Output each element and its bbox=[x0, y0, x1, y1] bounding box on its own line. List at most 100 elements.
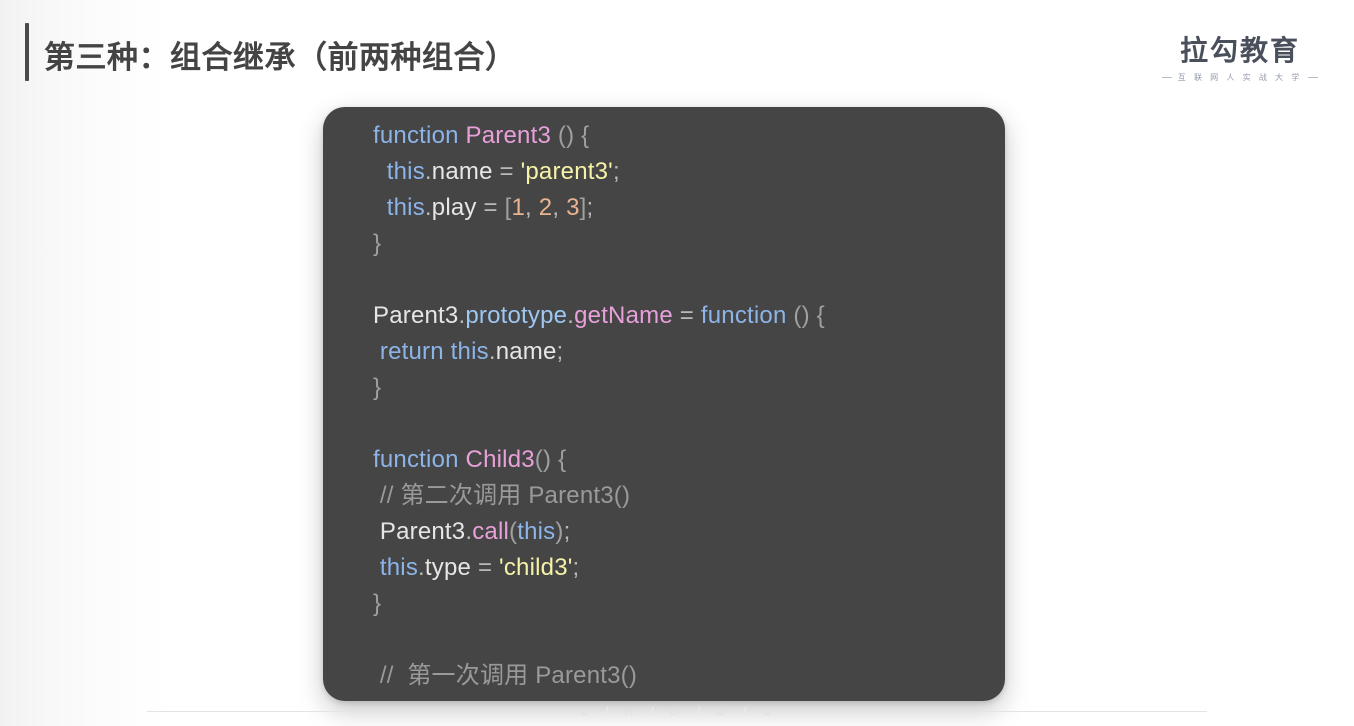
code-token: Parent3 bbox=[373, 302, 459, 329]
code-token: 2 bbox=[538, 194, 553, 221]
code-token: ; bbox=[556, 338, 564, 365]
code-panel: function Parent3 () { this.name = 'paren… bbox=[323, 107, 1005, 701]
code-token: . bbox=[424, 194, 432, 221]
footer-inner: L / A / G / O / U bbox=[147, 704, 1207, 718]
footer-letter: A bbox=[624, 704, 635, 718]
code-line: } bbox=[373, 370, 995, 406]
footer-letter: U bbox=[762, 704, 774, 718]
code-line: return this.name; bbox=[373, 334, 995, 370]
code-line: function Child3() { bbox=[373, 442, 995, 478]
code-token: // 第二次调用 Parent3() bbox=[379, 482, 631, 509]
code-token: // 第一次调用 Parent3() bbox=[379, 662, 638, 689]
code-line: Parent3.call(this); bbox=[373, 514, 995, 550]
code-token: function bbox=[373, 122, 459, 149]
code-token: ( bbox=[509, 518, 518, 545]
code-token: = bbox=[679, 302, 694, 329]
code-line: Parent3.prototype.getName = function () … bbox=[373, 298, 995, 334]
code-token: . bbox=[488, 338, 496, 365]
code-token: getName bbox=[574, 302, 673, 329]
code-line: } bbox=[373, 226, 995, 262]
code-token: 1 bbox=[511, 194, 526, 221]
code-token: return bbox=[379, 338, 444, 365]
brand-dash-right bbox=[1308, 77, 1319, 78]
code-line: } bbox=[373, 586, 995, 622]
code-token: play bbox=[431, 194, 477, 221]
slide-root: 第三种：组合继承（前两种组合） 拉勾教育 互 联 网 人 实 战 大 学 fun… bbox=[0, 0, 1354, 726]
code-line: // 第一次调用 Parent3() bbox=[373, 658, 995, 694]
code-token: ; bbox=[563, 518, 571, 545]
code-token: () bbox=[557, 122, 575, 149]
brand-subtitle-row: 互 联 网 人 实 战 大 学 bbox=[1150, 72, 1330, 83]
code-token: ] bbox=[579, 194, 587, 221]
code-block: function Parent3 () { this.name = 'paren… bbox=[373, 118, 995, 694]
footer-letter: G bbox=[669, 704, 682, 718]
code-line: this.name = 'parent3'; bbox=[373, 154, 995, 190]
code-token: type bbox=[424, 554, 472, 581]
title-accent-bar bbox=[25, 23, 29, 81]
footer-rule-left bbox=[147, 710, 551, 712]
code-token: } bbox=[373, 374, 382, 401]
code-line: function Parent3 () { bbox=[373, 118, 995, 154]
code-token: this bbox=[517, 518, 556, 545]
code-token: () bbox=[534, 446, 552, 473]
footer-letter: O bbox=[716, 704, 728, 718]
code-token: this bbox=[386, 194, 425, 221]
code-token: Parent3 bbox=[379, 518, 466, 545]
slide-header: 第三种：组合继承（前两种组合） 拉勾教育 互 联 网 人 实 战 大 学 bbox=[0, 0, 1354, 104]
code-token: 'parent3' bbox=[520, 158, 613, 185]
code-line: this.type = 'child3'; bbox=[373, 550, 995, 586]
code-token: function bbox=[373, 446, 459, 473]
brand-logo: 拉勾教育 互 联 网 人 实 战 大 学 bbox=[1150, 34, 1330, 83]
code-token: Parent3 bbox=[465, 122, 552, 149]
code-line: this.play = [1, 2, 3]; bbox=[373, 190, 995, 226]
code-token: this bbox=[386, 158, 425, 185]
brand-dash-left bbox=[1161, 77, 1172, 78]
footer-brand-letters: L / A / G / O / U bbox=[551, 704, 803, 718]
slide-footer: L / A / G / O / U bbox=[0, 696, 1354, 726]
code-token: () bbox=[793, 302, 810, 329]
code-token: = bbox=[477, 554, 493, 581]
code-token: function bbox=[700, 302, 787, 329]
code-token: name bbox=[431, 158, 493, 185]
code-token: ; bbox=[612, 158, 620, 185]
code-token: , bbox=[552, 194, 567, 221]
code-token: . bbox=[418, 554, 425, 581]
code-token: . bbox=[424, 158, 432, 185]
code-token: = bbox=[499, 158, 514, 185]
code-token: this bbox=[450, 338, 489, 365]
code-token: 3 bbox=[566, 194, 580, 221]
page-title: 第三种：组合继承（前两种组合） bbox=[44, 40, 517, 75]
code-token: ; bbox=[572, 554, 580, 581]
code-token: } bbox=[373, 230, 382, 257]
brand-name: 拉勾教育 bbox=[1179, 35, 1300, 66]
brand-subtitle: 互 联 网 人 实 战 大 学 bbox=[1177, 73, 1303, 82]
code-token: { bbox=[816, 302, 825, 329]
code-token: 'child3' bbox=[499, 554, 573, 581]
code-token: ) bbox=[555, 518, 564, 545]
code-token: { bbox=[581, 122, 590, 149]
code-token: Child3 bbox=[465, 446, 535, 473]
footer-rule-right bbox=[803, 710, 1207, 712]
code-token: } bbox=[373, 590, 382, 617]
code-token: name bbox=[495, 338, 557, 365]
